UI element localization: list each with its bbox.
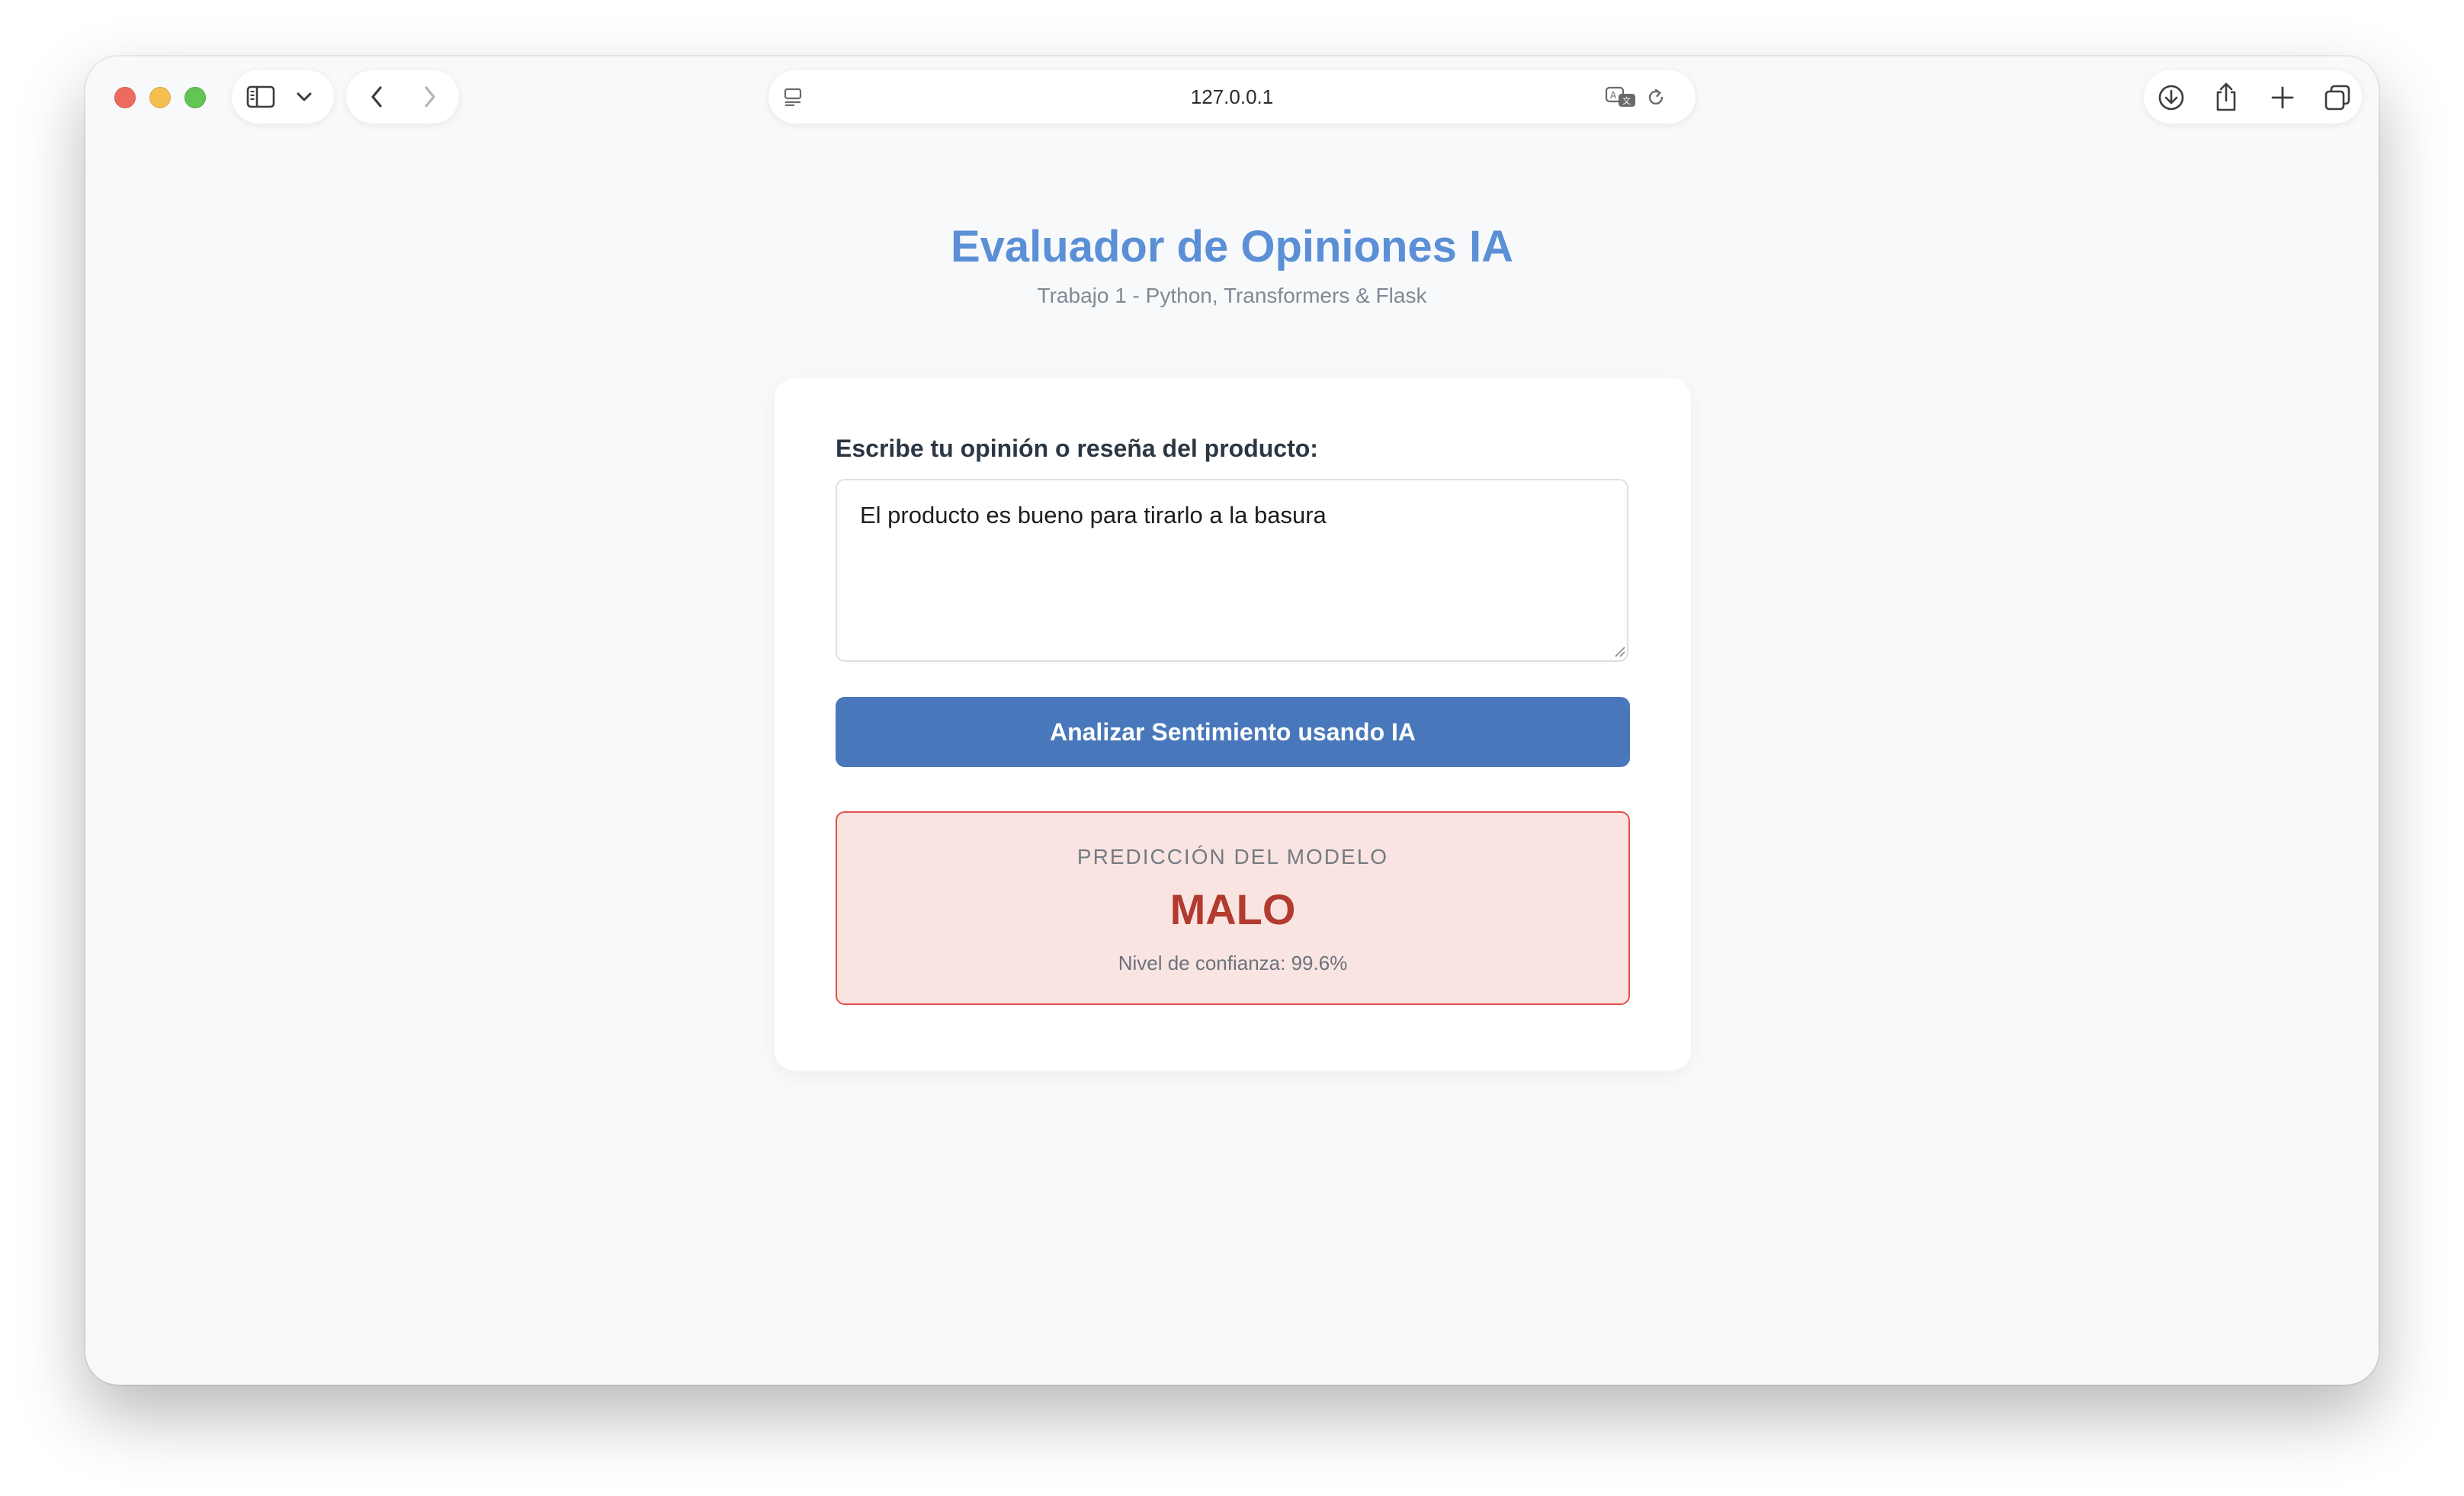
download-icon[interactable] [2156,82,2186,113]
plus-icon[interactable] [2267,82,2298,113]
url-text: 127.0.0.1 [1190,85,1274,108]
prediction-heading: PREDICCIÓN DEL MODELO [1076,845,1389,868]
page-subtitle: Trabajo 1 - Python, Transformers & Flask [1037,284,1427,307]
browser-window: 127.0.0.1 A 文 Evaluador de Opiniones IA … [85,56,2379,1385]
navigation-group [346,70,459,124]
zoom-window-button[interactable] [184,87,206,108]
review-label: Escribe tu opinión o reseña del producto… [836,435,1318,462]
toolbar-actions [2144,70,2362,124]
svg-text:文: 文 [1622,95,1631,106]
share-icon[interactable] [2211,81,2241,113]
sidebar-icon[interactable] [245,83,276,111]
address-bar[interactable]: 127.0.0.1 A 文 [768,70,1696,124]
page-title: Evaluador de Opiniones IA [950,222,1514,271]
chevron-left-icon[interactable] [363,83,390,111]
resize-handle-icon[interactable] [1613,645,1625,657]
browser-toolbar: 127.0.0.1 A 文 [85,56,2379,142]
chevron-right-icon[interactable] [416,83,444,111]
chevron-down-icon[interactable] [293,88,316,106]
analyze-sentiment-button[interactable]: Analizar Sentimiento usando IA [836,697,1630,767]
confidence-text: Nivel de confianza: 99.6% [1118,952,1348,974]
prediction-value: MALO [1169,885,1296,933]
review-textarea[interactable]: El producto es bueno para tirarlo a la b… [836,479,1628,662]
review-card: Escribe tu opinión o reseña del producto… [775,378,1691,1071]
sidebar-toggle-group [232,70,334,124]
translate-icon[interactable]: A 文 [1604,84,1638,110]
prediction-result: PREDICCIÓN DEL MODELO MALO Nivel de conf… [836,811,1630,1005]
minimize-window-button[interactable] [149,87,171,108]
tabs-overview-icon[interactable] [2322,82,2353,113]
reload-icon[interactable] [1644,85,1668,110]
svg-text:A: A [1610,90,1617,101]
close-window-button[interactable] [114,87,136,108]
